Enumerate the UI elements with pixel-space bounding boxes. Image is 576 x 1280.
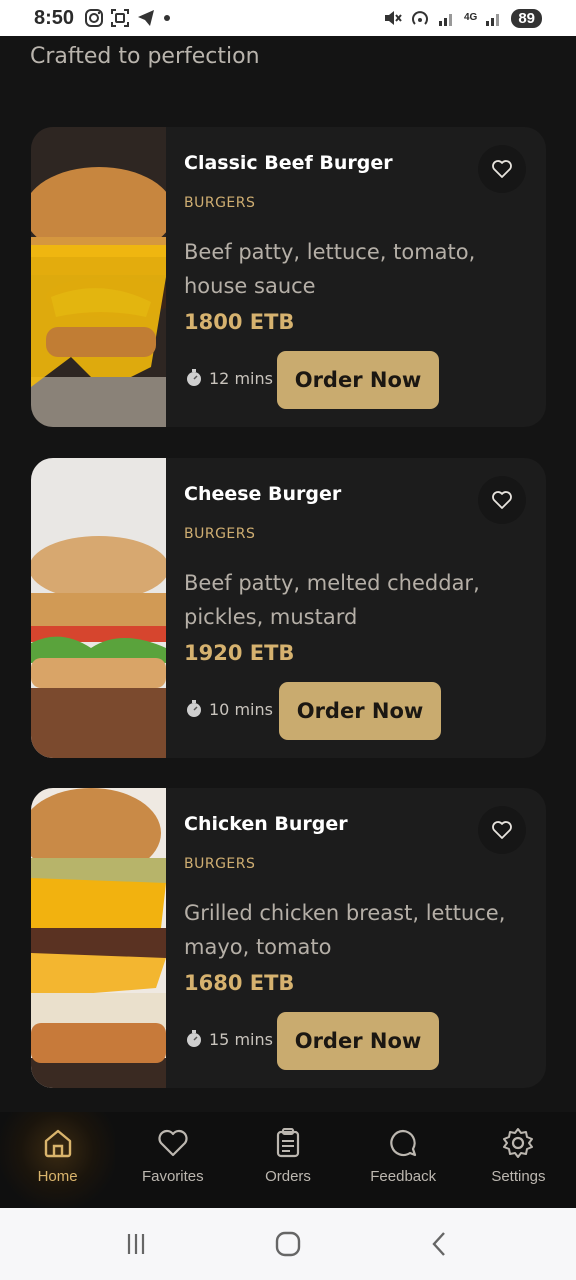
favorite-button[interactable] <box>478 145 526 193</box>
menu-card[interactable]: Classic Beef Burger BURGERS Beef patty, … <box>31 127 546 427</box>
instagram-icon <box>85 9 104 27</box>
nav-home[interactable]: Home <box>0 1112 116 1208</box>
network-type: 4G <box>463 12 478 23</box>
prep-time-text: 12 mins <box>209 368 273 388</box>
nav-orders[interactable]: Orders <box>230 1112 345 1208</box>
stopwatch-icon <box>187 369 201 386</box>
stopwatch-icon <box>187 700 201 717</box>
item-title: Chicken Burger <box>184 813 348 835</box>
prep-time: 15 mins <box>184 1029 273 1049</box>
nav-settings[interactable]: Settings <box>461 1112 576 1208</box>
recent-apps-icon[interactable] <box>121 1229 151 1259</box>
item-title: Cheese Burger <box>184 483 342 505</box>
item-description: Beef patty, melted cheddar, pickles, mus… <box>184 571 480 629</box>
status-bar: 8:50 4G 89 <box>0 0 576 36</box>
signal-icon-2 <box>486 14 500 26</box>
heart-icon <box>492 821 512 839</box>
menu-card[interactable]: Cheese Burger BURGERS Beef patty, melted… <box>31 458 546 758</box>
battery-indicator: 89 <box>511 8 542 28</box>
item-category: BURGERS <box>184 856 256 872</box>
nav-settings-label: Settings <box>491 1168 546 1185</box>
dot-icon <box>164 15 171 21</box>
item-price: 1800 ETB <box>184 310 295 334</box>
heart-icon <box>492 160 512 178</box>
nav-feedback-label: Feedback <box>370 1168 437 1185</box>
status-time: 8:50 <box>34 6 75 29</box>
hotspot-icon <box>412 11 428 25</box>
prep-time-text: 15 mins <box>209 1029 273 1049</box>
page-subtitle: Crafted to perfection <box>30 44 260 69</box>
nav-favorites[interactable]: Favorites <box>115 1112 230 1208</box>
bottom-nav: Home Favorites Orders Feedback Settings <box>0 1112 576 1208</box>
home-icon <box>44 1129 71 1158</box>
mute-icon <box>384 11 402 25</box>
item-title: Classic Beef Burger <box>184 152 393 174</box>
heart-icon <box>492 491 512 509</box>
back-icon[interactable] <box>425 1229 455 1259</box>
telegram-icon <box>138 10 155 26</box>
chat-bubble-icon <box>390 1129 417 1157</box>
nav-favorites-label: Favorites <box>141 1168 204 1185</box>
item-description: Beef patty, lettuce, tomato, house sauce <box>184 240 476 298</box>
scan-icon <box>111 9 130 27</box>
heart-icon <box>158 1129 188 1157</box>
prep-time-text: 10 mins <box>209 699 273 719</box>
nav-orders-label: Orders <box>265 1168 311 1185</box>
item-price: 1680 ETB <box>184 971 295 995</box>
menu-card[interactable]: Chicken Burger BURGERS Grilled chicken b… <box>31 788 546 1088</box>
favorite-button[interactable] <box>478 806 526 854</box>
favorite-button[interactable] <box>478 476 526 524</box>
item-category: BURGERS <box>184 195 256 211</box>
food-image <box>31 127 166 427</box>
gear-icon <box>503 1128 534 1158</box>
nav-feedback[interactable]: Feedback <box>346 1112 461 1208</box>
item-description: Grilled chicken breast, lettuce, mayo, t… <box>184 901 506 959</box>
nav-home-label: Home <box>37 1168 78 1185</box>
order-now-button[interactable]: Order Now <box>277 351 439 409</box>
system-nav-bar <box>0 1208 576 1280</box>
clipboard-icon <box>276 1128 300 1158</box>
food-image <box>31 458 166 758</box>
home-button-icon[interactable] <box>273 1229 303 1259</box>
prep-time: 10 mins <box>184 699 273 719</box>
item-category: BURGERS <box>184 526 256 542</box>
stopwatch-icon <box>187 1030 201 1047</box>
order-now-button[interactable]: Order Now <box>277 1012 439 1070</box>
item-price: 1920 ETB <box>184 641 295 665</box>
prep-time: 12 mins <box>184 368 273 388</box>
food-image <box>31 788 166 1088</box>
signal-icon <box>438 14 452 26</box>
order-now-button[interactable]: Order Now <box>279 682 441 740</box>
